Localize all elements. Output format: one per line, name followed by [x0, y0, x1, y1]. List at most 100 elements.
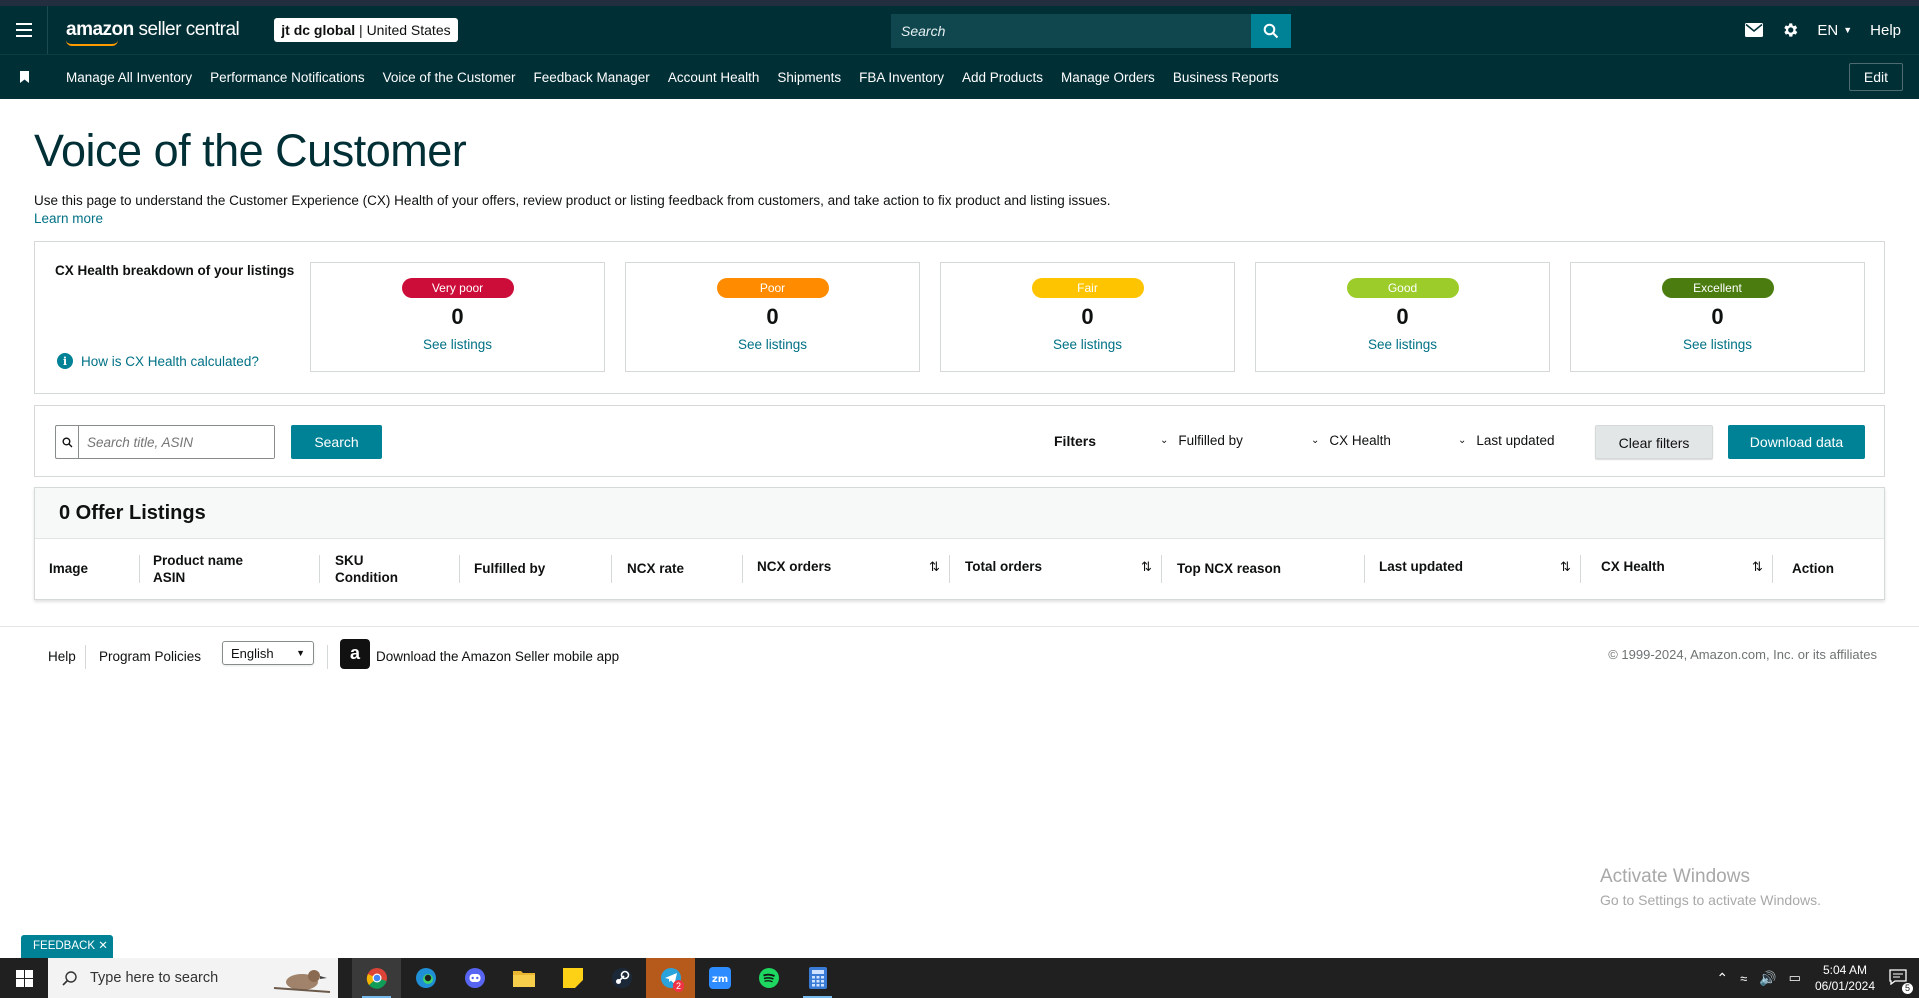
bookmark-nav: Manage All Inventory Performance Notific… [0, 54, 1919, 99]
zoom-taskbar[interactable]: zm [695, 958, 744, 998]
logo[interactable]: amazon seller central [66, 19, 240, 46]
offer-listings: 0 Offer Listings Image Product name ASIN … [34, 487, 1885, 600]
chrome-taskbar[interactable] [352, 958, 401, 998]
col-last-updated: Last updated [1379, 559, 1464, 574]
see-listings-link[interactable]: See listings [1571, 337, 1864, 352]
nav-voice-of-the-customer[interactable]: Voice of the Customer [383, 70, 516, 85]
action-center-button[interactable]: 5 [1889, 968, 1913, 994]
program-policies-link[interactable]: Program Policies [99, 649, 201, 664]
telegram-taskbar[interactable]: 2 [646, 958, 695, 998]
nav-shipments[interactable]: Shipments [777, 70, 841, 85]
nav-feedback-manager[interactable]: Feedback Manager [533, 70, 649, 85]
nav-performance-notifications[interactable]: Performance Notifications [210, 70, 365, 85]
nav-manage-orders[interactable]: Manage Orders [1061, 70, 1155, 85]
sort-icon[interactable]: ⇅ [1752, 559, 1763, 575]
caret-down-icon: ▼ [1843, 25, 1853, 35]
clock-date: 06/01/2024 [1814, 979, 1875, 993]
nav-add-products[interactable]: Add Products [962, 70, 1043, 85]
sort-icon[interactable]: ⇅ [929, 559, 940, 575]
volume-icon[interactable]: 🔊 [1759, 970, 1776, 987]
nav-manage-all-inventory[interactable]: Manage All Inventory [66, 70, 192, 85]
edge-taskbar[interactable] [401, 958, 450, 998]
display-icon[interactable]: ▭ [1789, 970, 1801, 986]
steam-icon [611, 968, 632, 988]
account-region: United States [366, 22, 451, 38]
col-ncx-rate: NCX rate [627, 561, 685, 576]
sort-icon[interactable]: ⇅ [1560, 559, 1571, 575]
edit-nav-button[interactable]: Edit [1848, 63, 1903, 91]
global-search [891, 14, 1291, 48]
logo-light: seller central [133, 19, 240, 40]
steam-taskbar[interactable] [597, 958, 646, 998]
logo-smile [66, 40, 118, 46]
amazon-app-icon[interactable]: a [340, 639, 370, 669]
col-asin-label: ASIN [153, 570, 186, 585]
health-badge: Very poor [401, 278, 514, 298]
see-listings-link[interactable]: See listings [1256, 337, 1549, 352]
see-listings-link[interactable]: See listings [626, 337, 919, 352]
clock[interactable]: 5:04 AM 06/01/2024 [1815, 962, 1875, 994]
bookmark-button[interactable] [0, 71, 48, 83]
cx-health-how-link[interactable]: i How is CX Health calculated? [57, 353, 259, 369]
windows-logo-icon [15, 969, 33, 987]
notification-badge: 2 [673, 980, 685, 992]
nav-account-health[interactable]: Account Health [668, 70, 760, 85]
hamburger-icon [15, 21, 32, 39]
main-content: Voice of the Customer Use this page to u… [0, 125, 1919, 600]
network-icon[interactable]: ≈ [1740, 971, 1747, 986]
settings-button[interactable] [1781, 21, 1799, 39]
header: amazon seller central jt dc global | Uni… [0, 6, 1919, 54]
calculator-icon [808, 967, 827, 989]
help-link[interactable]: Help [1870, 22, 1901, 39]
edge-icon [415, 968, 436, 988]
col-ncx-orders: NCX orders [757, 559, 832, 574]
health-count: 0 [1396, 304, 1409, 329]
see-listings-link[interactable]: See listings [311, 337, 604, 352]
close-icon[interactable]: ✕ [98, 940, 108, 952]
fulfilled-by-filter[interactable]: ⌄ Fulfilled by [1160, 433, 1243, 448]
health-badge: Good [1346, 278, 1459, 298]
cx-health-filter[interactable]: ⌄ CX Health [1311, 433, 1391, 448]
see-listings-link[interactable]: See listings [941, 337, 1234, 352]
footer-help-link[interactable]: Help [48, 649, 76, 664]
mail-button[interactable] [1745, 23, 1764, 37]
chevron-up-icon[interactable]: ⌃ [1716, 970, 1728, 987]
nav-fba-inventory[interactable]: FBA Inventory [859, 70, 944, 85]
calculator-taskbar[interactable] [793, 958, 842, 998]
search-icon [1263, 23, 1279, 39]
chevron-down-icon: ⌄ [1458, 435, 1467, 446]
nav-business-reports[interactable]: Business Reports [1173, 70, 1279, 85]
health-badge: Excellent [1661, 278, 1774, 298]
download-app-link[interactable]: Download the Amazon Seller mobile app [376, 649, 619, 664]
download-data-button[interactable]: Download data [1728, 425, 1865, 459]
page-description: Use this page to understand the Customer… [34, 193, 1111, 208]
menu-button[interactable] [0, 6, 48, 54]
activate-title: Activate Windows [1600, 866, 1750, 887]
footer: Help Program Policies English ▼ a Downloa… [0, 626, 1919, 686]
feedback-tab[interactable]: FEEDBACK ✕ [21, 935, 113, 958]
start-button[interactable] [0, 958, 48, 998]
clear-filters-button[interactable]: Clear filters [1595, 425, 1713, 459]
windows-taskbar: Type here to search 2 zm ⌃ ≈ 🔊 ▭ 5:04 AM… [0, 958, 1919, 998]
account-name: jt dc global [281, 22, 356, 38]
cx-health-breakdown: CX Health breakdown of your listings i H… [34, 241, 1885, 394]
chrome-icon [366, 968, 387, 989]
learn-more-link[interactable]: Learn more [34, 211, 1885, 226]
account-switcher[interactable]: jt dc global | United States [274, 18, 458, 42]
language-selector[interactable]: EN ▼ [1817, 22, 1852, 39]
last-updated-filter[interactable]: ⌄ Last updated [1458, 433, 1554, 448]
health-count: 0 [1711, 304, 1724, 329]
spotify-taskbar[interactable] [744, 958, 793, 998]
global-search-input[interactable] [891, 14, 1251, 48]
listing-search-input[interactable] [79, 426, 274, 458]
col-product-name: Product name ASIN [153, 552, 243, 586]
global-search-button[interactable] [1251, 14, 1291, 48]
sort-icon[interactable]: ⇅ [1141, 559, 1152, 575]
search-button[interactable]: Search [291, 425, 382, 459]
discord-taskbar[interactable] [450, 958, 499, 998]
file-explorer-taskbar[interactable] [499, 958, 548, 998]
page-title: Voice of the Customer [34, 125, 467, 176]
taskbar-search[interactable]: Type here to search [48, 958, 338, 998]
footer-language-select[interactable]: English ▼ [222, 641, 314, 665]
sticky-notes-taskbar[interactable] [548, 958, 597, 998]
